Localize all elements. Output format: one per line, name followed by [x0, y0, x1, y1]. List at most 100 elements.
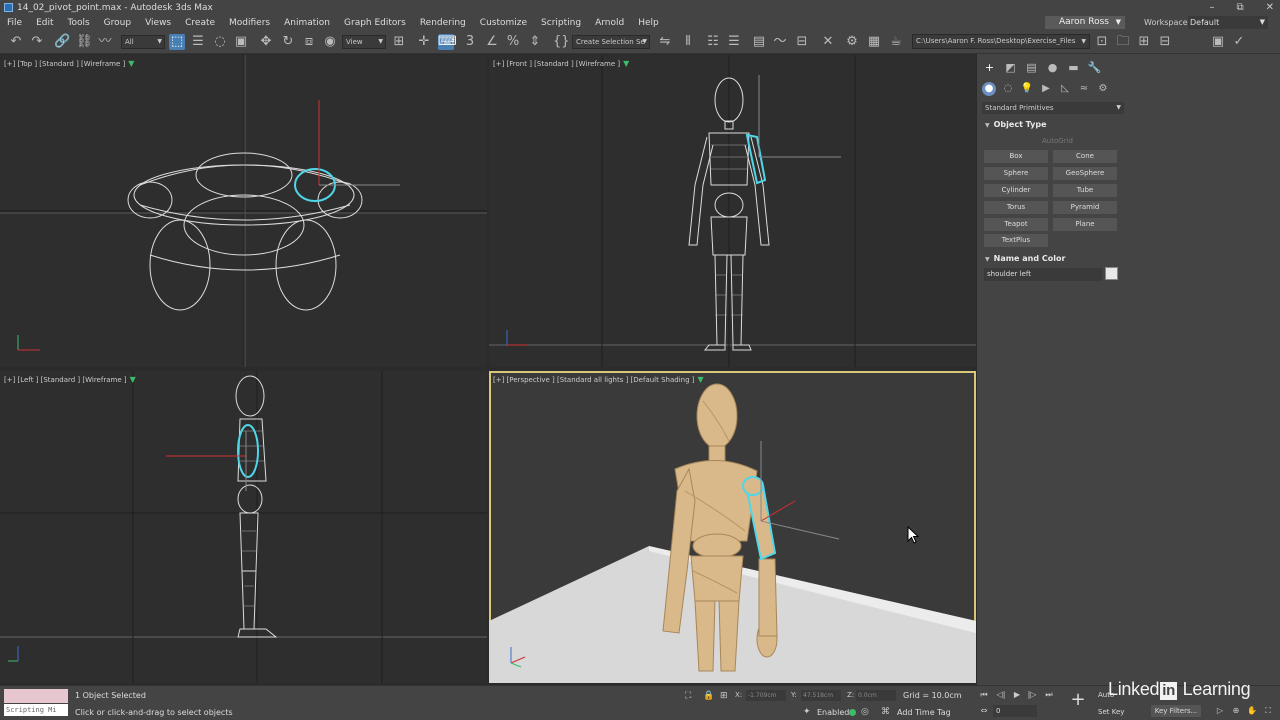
link-icon[interactable]: 🔗: [54, 34, 70, 50]
sphere-button[interactable]: Sphere: [984, 167, 1048, 180]
zoom-extents-icon[interactable]: ▷: [1214, 705, 1226, 717]
key-mode-icon[interactable]: ⇔: [978, 705, 990, 717]
tube-button[interactable]: Tube: [1053, 184, 1117, 197]
filter-icon[interactable]: ▼: [697, 375, 703, 384]
add-key-icon[interactable]: +: [1068, 690, 1088, 710]
menu-views[interactable]: Views: [138, 18, 178, 28]
spinner-snap-icon[interactable]: ⇕: [527, 34, 543, 50]
render-setup-icon[interactable]: ⚙: [844, 34, 860, 50]
undo-icon[interactable]: ↶: [8, 34, 24, 50]
curve-editor-icon[interactable]: 〜: [772, 34, 788, 50]
motion-tab-icon[interactable]: ●: [1045, 60, 1060, 75]
helpers-icon[interactable]: ◺: [1058, 82, 1072, 96]
create-tab-icon[interactable]: +: [982, 60, 997, 75]
viewport-left[interactable]: [+] [Left ] [Standard ] [Wireframe ] ▼: [0, 371, 487, 683]
x-coordinate-field[interactable]: -1.709cm: [746, 690, 786, 701]
user-account-dropdown[interactable]: Aaron Ross ▼: [1045, 16, 1125, 29]
scale-icon[interactable]: ⧈: [301, 34, 317, 50]
add-time-tag[interactable]: Add Time Tag: [897, 708, 951, 717]
filter-icon[interactable]: ▼: [128, 59, 134, 68]
window-crossing-icon[interactable]: ▣: [233, 34, 249, 50]
sync-status-icon[interactable]: ✓: [1231, 34, 1247, 50]
hierarchy-tab-icon[interactable]: ▤: [1024, 60, 1039, 75]
time-tag-icon[interactable]: ◎: [861, 707, 869, 717]
maximize-viewport-icon[interactable]: ⛶: [1262, 705, 1274, 717]
cylinder-button[interactable]: Cylinder: [984, 184, 1048, 197]
geosphere-button[interactable]: GeoSphere: [1053, 167, 1117, 180]
viewport-label[interactable]: [+] [Left ] [Standard ] [Wireframe ] ▼: [4, 375, 136, 384]
viewport-label[interactable]: [+] [Perspective ] [Standard all lights …: [493, 375, 704, 384]
space-warps-icon[interactable]: ≈: [1077, 82, 1091, 96]
snaps-toggle-icon[interactable]: 3: [462, 34, 478, 50]
toggle-ribbon-icon[interactable]: ▤: [751, 34, 767, 50]
menu-create[interactable]: Create: [178, 18, 222, 28]
menu-customize[interactable]: Customize: [473, 18, 534, 28]
orbit-icon[interactable]: ⊕: [1230, 705, 1242, 717]
isolate-selection-icon[interactable]: ⛶: [685, 691, 691, 701]
modify-tab-icon[interactable]: ◩: [1003, 60, 1018, 75]
enabled-indicator[interactable]: [849, 709, 856, 716]
viewport-top[interactable]: [+] [Top ] [Standard ] [Wireframe ] ▼: [0, 55, 487, 367]
workspace-dropdown[interactable]: Default ▼: [1188, 16, 1268, 29]
box-button[interactable]: Box: [984, 150, 1048, 163]
edit-named-selection-icon[interactable]: {}: [553, 34, 570, 50]
pivot-center-icon[interactable]: ⊞: [391, 34, 407, 50]
selected-object[interactable]: [237, 424, 259, 478]
scene-explorer-icon[interactable]: ☷: [705, 34, 721, 50]
utilities-tab-icon[interactable]: 🔧: [1087, 60, 1102, 75]
key-filters-button[interactable]: Key Filters...: [1151, 705, 1201, 717]
autogrid-checkbox[interactable]: AutoGrid: [1042, 137, 1073, 145]
menu-file[interactable]: File: [0, 18, 29, 28]
pyramid-button[interactable]: Pyramid: [1053, 201, 1117, 214]
filter-icon[interactable]: ▼: [130, 375, 136, 384]
collaborate-icon[interactable]: ▣: [1210, 34, 1226, 50]
systems-icon[interactable]: ⚙: [1096, 82, 1110, 96]
schematic-view-icon[interactable]: ⊟: [794, 34, 810, 50]
selection-filter-dropdown[interactable]: All ▼: [121, 35, 165, 49]
plane-button[interactable]: Plane: [1053, 218, 1117, 231]
add-time-tag-icon[interactable]: ⌘: [881, 707, 890, 717]
reference-coordinate-dropdown[interactable]: View ▼: [342, 35, 386, 49]
material-editor-icon[interactable]: ✕: [820, 34, 836, 50]
close-button[interactable]: ✕: [1266, 0, 1274, 15]
project-path-dropdown[interactable]: C:\Users\Aaron F. Ross\Desktop\Exercise_…: [912, 34, 1090, 49]
selection-lock-icon[interactable]: 🔒: [703, 691, 714, 701]
adaptive-degradation-icon[interactable]: ✦: [803, 707, 811, 717]
menu-help[interactable]: Help: [631, 18, 666, 28]
maxscript-listener-input[interactable]: [4, 689, 68, 703]
move-icon[interactable]: ✥: [258, 34, 274, 50]
viewport-front[interactable]: [+] [Front ] [Standard ] [Wireframe ] ▼: [489, 55, 976, 367]
menu-group[interactable]: Group: [97, 18, 138, 28]
viewport-label[interactable]: [+] [Front ] [Standard ] [Wireframe ] ▼: [493, 59, 629, 68]
percent-snap-icon[interactable]: %: [505, 34, 521, 50]
rendered-frame-window-icon[interactable]: ▦: [866, 34, 882, 50]
select-object-icon[interactable]: ⬚: [169, 34, 185, 50]
lights-icon[interactable]: 💡: [1020, 82, 1034, 96]
place-icon[interactable]: ◉: [322, 34, 338, 50]
pan-icon[interactable]: ✋: [1246, 705, 1258, 717]
display-tab-icon[interactable]: ▬: [1066, 60, 1081, 75]
shapes-icon[interactable]: ◌: [1001, 82, 1015, 96]
go-to-end-icon[interactable]: ⏭: [1043, 689, 1055, 701]
named-selection-dropdown[interactable]: Create Selection Se ▼: [572, 35, 650, 49]
go-to-start-icon[interactable]: ⏮: [978, 689, 990, 701]
cone-button[interactable]: Cone: [1053, 150, 1117, 163]
next-frame-icon[interactable]: |▷: [1026, 689, 1038, 701]
menu-scripting[interactable]: Scripting: [534, 18, 588, 28]
project-folder-icon[interactable]: 🗀: [1115, 34, 1131, 50]
viewport-label[interactable]: [+] [Top ] [Standard ] [Wireframe ] ▼: [4, 59, 134, 68]
menu-animation[interactable]: Animation: [277, 18, 337, 28]
mirror-icon[interactable]: ⇋: [657, 34, 673, 50]
rollout-name-and-color[interactable]: ▼ Name and Color: [981, 252, 1123, 266]
select-by-name-icon[interactable]: ☰: [190, 34, 206, 50]
create-project-icon[interactable]: ⊞: [1136, 34, 1152, 50]
minimize-button[interactable]: –: [1209, 0, 1214, 15]
selected-shoulder[interactable]: [742, 476, 764, 496]
menu-arnold[interactable]: Arnold: [588, 18, 631, 28]
angle-snap-icon[interactable]: ∠: [484, 34, 500, 50]
torus-button[interactable]: Torus: [984, 201, 1048, 214]
viewport-perspective[interactable]: [+] [Perspective ] [Standard all lights …: [489, 371, 976, 683]
y-coordinate-field[interactable]: 47.518cm: [801, 690, 841, 701]
set-key-button[interactable]: Set Key: [1098, 708, 1124, 716]
object-color-swatch[interactable]: [1105, 267, 1118, 280]
